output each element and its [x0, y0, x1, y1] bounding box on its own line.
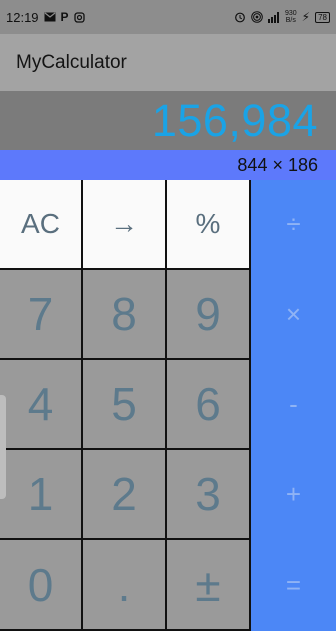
decimal-button[interactable]: .: [83, 540, 167, 631]
net-speed: 930 B/s: [285, 10, 297, 24]
all-clear-button[interactable]: AC: [0, 180, 83, 270]
percent-button[interactable]: %: [167, 180, 251, 270]
digit-0-button[interactable]: 0: [0, 540, 83, 631]
digit-2-button[interactable]: 2: [83, 450, 167, 540]
hotspot-icon: [251, 11, 263, 23]
digit-8-button[interactable]: 8: [83, 270, 167, 360]
digit-1-button[interactable]: 1: [0, 450, 83, 540]
net-speed-unit: B/s: [285, 17, 296, 24]
signal-icon: [267, 11, 280, 23]
net-speed-value: 930: [284, 10, 297, 17]
battery-indicator: 78: [315, 11, 330, 23]
result-value: 156,984: [151, 94, 318, 146]
divide-button[interactable]: ÷: [251, 180, 336, 270]
status-bar: 12:19 P 930 B/s ⚡ 78: [0, 0, 336, 34]
digit-9-button[interactable]: 9: [167, 270, 251, 360]
backspace-button[interactable]: →: [83, 180, 167, 270]
alarm-icon: [234, 11, 246, 23]
digit-4-button[interactable]: 4: [0, 360, 83, 450]
expression-text: 844 × 186: [237, 154, 318, 175]
subtract-button[interactable]: -: [251, 360, 336, 450]
result-display: 156,984: [0, 91, 336, 150]
digit-7-button[interactable]: 7: [0, 270, 83, 360]
edge-panel-handle[interactable]: [0, 395, 6, 499]
digit-3-button[interactable]: 3: [167, 450, 251, 540]
status-time: 12:19: [6, 9, 39, 25]
status-right: 930 B/s ⚡ 78: [234, 10, 330, 24]
expression-display: 844 × 186: [0, 150, 336, 180]
equals-button[interactable]: =: [251, 540, 336, 631]
charging-icon: ⚡: [301, 10, 311, 24]
digit-6-button[interactable]: 6: [167, 360, 251, 450]
app-bar: MyCalculator: [0, 34, 336, 91]
add-button[interactable]: +: [251, 450, 336, 540]
multiply-button[interactable]: ×: [251, 270, 336, 360]
instagram-icon: [73, 11, 85, 23]
mail-icon: [44, 12, 56, 22]
plus-minus-button[interactable]: ±: [167, 540, 251, 631]
keypad: AC → % ÷ 7 8 9 × 4 5 6 - 1 2 3 + 0 . ± =: [0, 180, 336, 631]
digit-5-button[interactable]: 5: [83, 360, 167, 450]
status-left: 12:19 P: [6, 10, 85, 25]
parking-icon: P: [60, 10, 69, 24]
app-title: MyCalculator: [16, 51, 127, 73]
